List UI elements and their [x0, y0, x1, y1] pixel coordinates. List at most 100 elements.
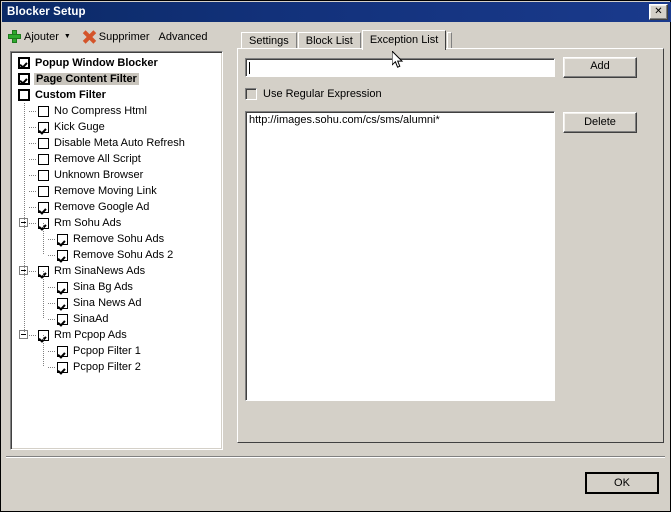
tree-node-checkbox[interactable]	[57, 249, 68, 261]
tree-node-checkbox[interactable]	[38, 121, 49, 133]
tree-node-label: Disable Meta Auto Refresh	[54, 137, 185, 149]
plus-icon	[8, 30, 21, 43]
tree-node[interactable]: Remove Google Ad	[15, 199, 222, 215]
tree-node-checkbox[interactable]	[18, 73, 30, 85]
tree-node[interactable]: Remove Sohu Ads	[15, 231, 222, 247]
tree-connector	[48, 287, 56, 288]
tree-node[interactable]: Disable Meta Auto Refresh	[15, 135, 222, 151]
close-icon[interactable]: ✕	[649, 4, 668, 20]
tree-node-checkbox[interactable]	[18, 89, 30, 101]
add-button[interactable]: Ajouter ▼	[5, 27, 74, 46]
list-item[interactable]: http://images.sohu.com/cs/sms/alumni*	[246, 112, 554, 127]
tree-node[interactable]: Pcpop Filter 1	[15, 343, 222, 359]
tree-connector	[29, 111, 37, 112]
advanced-button[interactable]: Advanced	[156, 27, 211, 46]
use-regex-checkbox[interactable]	[245, 88, 257, 100]
tree-node[interactable]: Pcpop Filter 2	[15, 359, 222, 375]
tree-node[interactable]: Page Content Filter	[15, 71, 222, 87]
exception-list-items: http://images.sohu.com/cs/sms/alumni*	[246, 112, 554, 127]
tree-node[interactable]: Sina News Ad	[15, 295, 222, 311]
tree-node[interactable]: Unknown Browser	[15, 167, 222, 183]
tree-node-checkbox[interactable]	[38, 185, 49, 197]
blocker-setup-window: Blocker Setup ✕ Ajouter ▼ Supprimer Adva…	[0, 0, 671, 512]
tree-node[interactable]: Rm SinaNews Ads	[15, 263, 222, 279]
tree-connector	[48, 319, 56, 320]
tree-node-checkbox[interactable]	[18, 57, 30, 69]
tree-guide	[43, 223, 44, 255]
tree-connector	[29, 191, 37, 192]
tree-node-label: Remove All Script	[54, 153, 141, 165]
tree-connector	[29, 175, 37, 176]
delete-exception-button[interactable]: Delete	[563, 112, 637, 133]
add-button-label: Ajouter	[24, 30, 59, 43]
tree-node-label: Rm Sohu Ads	[54, 217, 122, 229]
tree-node-label: Page Content Filter	[34, 73, 139, 85]
tree-connector	[48, 367, 56, 368]
tree-connector	[29, 207, 37, 208]
tree-node-checkbox[interactable]	[57, 297, 68, 309]
tree-connector	[48, 351, 56, 352]
tree-connector	[29, 223, 37, 224]
ok-button[interactable]: OK	[585, 472, 659, 494]
tree-node[interactable]: Popup Window Blocker	[15, 55, 222, 71]
tree-node-checkbox[interactable]	[57, 281, 68, 293]
filter-tree: Popup Window Blocker Page Content Filter C…	[11, 52, 222, 375]
tree-node-label: No Compress Html	[54, 105, 147, 117]
text-caret	[249, 62, 250, 74]
tree-node-label: Sina News Ad	[73, 297, 142, 309]
exception-url-input[interactable]	[246, 59, 554, 76]
tab-settings[interactable]: Settings	[241, 32, 297, 49]
tree-node[interactable]: Sina Bg Ads	[15, 279, 222, 295]
tree-node-label: Rm Pcpop Ads	[54, 329, 127, 341]
tree-node[interactable]: Custom Filter	[15, 87, 222, 103]
tree-connector	[48, 239, 56, 240]
footer-divider	[6, 456, 665, 458]
tree-node[interactable]: SinaAd	[15, 311, 222, 327]
tree-node-label: Kick Guge	[54, 121, 105, 133]
add-exception-button[interactable]: Add	[563, 57, 637, 78]
exception-url-input-wrapper[interactable]	[245, 58, 555, 77]
tree-node-checkbox[interactable]	[57, 345, 68, 357]
use-regex-label: Use Regular Expression	[263, 88, 382, 100]
tree-node-label: Remove Sohu Ads	[73, 233, 165, 245]
tree-node-checkbox[interactable]	[38, 201, 49, 213]
tab-exception-list[interactable]: Exception List	[361, 30, 447, 50]
tree-node-checkbox[interactable]	[38, 169, 49, 181]
tree-node-checkbox[interactable]	[57, 233, 68, 245]
tree-node-label: SinaAd	[73, 313, 109, 325]
tree-node[interactable]: Rm Pcpop Ads	[15, 327, 222, 343]
tree-node-label: Pcpop Filter 2	[73, 361, 141, 373]
tree-node-checkbox[interactable]	[38, 153, 49, 165]
tree-connector	[29, 335, 37, 336]
tree-node[interactable]: Rm Sohu Ads	[15, 215, 222, 231]
tab-strip-filler	[447, 32, 453, 49]
remove-button[interactable]: Supprimer	[80, 27, 153, 46]
tree-node[interactable]: Kick Guge	[15, 119, 222, 135]
tree-node[interactable]: Remove Moving Link	[15, 183, 222, 199]
tab-block-list[interactable]: Block List	[297, 32, 361, 49]
tree-node-label: Custom Filter	[35, 89, 106, 101]
tree-connector	[29, 143, 37, 144]
tree-node-checkbox[interactable]	[38, 137, 49, 149]
tree-node-label: Remove Google Ad	[54, 201, 150, 213]
chevron-down-icon[interactable]: ▼	[64, 33, 71, 40]
tree-node[interactable]: Remove Sohu Ads 2	[15, 247, 222, 263]
tree-connector	[29, 271, 37, 272]
filter-tree-panel[interactable]: Popup Window Blocker Page Content Filter C…	[10, 51, 223, 450]
tree-node-checkbox[interactable]	[38, 105, 49, 117]
tree-node[interactable]: Remove All Script	[15, 151, 222, 167]
tree-connector	[29, 127, 37, 128]
tree-node-label: Rm SinaNews Ads	[54, 265, 146, 277]
tree-guide	[43, 335, 44, 367]
use-regex-row[interactable]: Use Regular Expression	[245, 88, 382, 100]
remove-button-label: Supprimer	[98, 30, 150, 43]
tree-node[interactable]: No Compress Html	[15, 103, 222, 119]
title-bar: Blocker Setup ✕	[2, 2, 671, 22]
tree-node-checkbox[interactable]	[57, 313, 68, 325]
exception-listbox[interactable]: http://images.sohu.com/cs/sms/alumni*	[245, 111, 555, 401]
tree-node-checkbox[interactable]	[57, 361, 68, 373]
advanced-button-label: Advanced	[158, 30, 208, 43]
tab-strip: Settings Block List Exception List	[241, 30, 453, 50]
tree-node-label: Remove Sohu Ads 2	[73, 249, 174, 261]
tree-node-label: Unknown Browser	[54, 169, 144, 181]
